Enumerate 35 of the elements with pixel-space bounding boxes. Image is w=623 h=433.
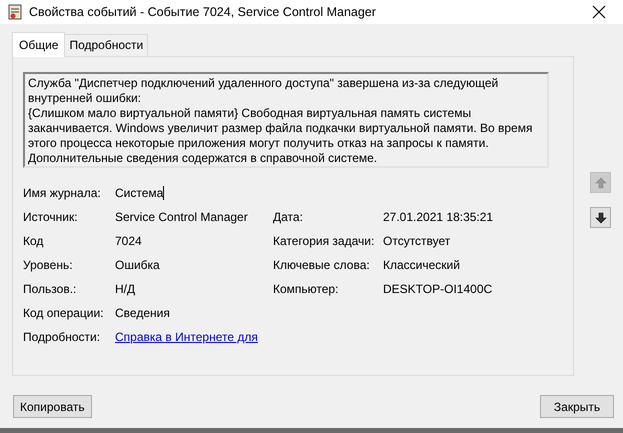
event-log-icon	[8, 4, 22, 20]
field-label: Компьютер:	[273, 282, 340, 296]
field-label: Подробности:	[23, 330, 102, 344]
field-value: Классический	[383, 258, 461, 272]
close-icon[interactable]	[592, 5, 606, 19]
field-label: Уровень:	[23, 258, 74, 272]
field-value: 7024	[115, 234, 143, 248]
help-link[interactable]: Справка в Интернете для	[115, 330, 273, 344]
field-label: Категория задачи:	[273, 234, 376, 248]
field-label: Имя журнала:	[23, 186, 102, 200]
tab[interactable]: Подробности	[64, 34, 148, 56]
field-value: DESKTOP-OI1400C	[383, 282, 494, 296]
text-caret	[163, 186, 164, 200]
tab[interactable]: Общие	[12, 32, 66, 57]
field-label: Источник:	[23, 210, 79, 224]
field-value: 27.01.2021 18:35:21	[383, 210, 494, 224]
field-value: Service Control Manager	[115, 210, 249, 224]
field-value: Ошибка	[115, 258, 161, 272]
close-button[interactable]: Закрыть	[540, 395, 614, 418]
up-arrow-icon	[594, 176, 608, 190]
window-title: Свойства событий - Событие 7024, Service Control Manager	[29, 5, 377, 19]
value-field[interactable]: Система	[115, 186, 273, 200]
field-value: Н/Д	[115, 282, 136, 296]
message-text: Служба "Диспетчер подключений удаленного доступа" завершена из-за следующей внутренней ошибки:	[28, 76, 500, 106]
copy-button[interactable]: Копировать	[13, 395, 92, 418]
field-value: Отсутствует	[383, 234, 452, 248]
field-label: Пользов.:	[23, 282, 78, 296]
down-arrow-icon	[594, 210, 608, 224]
message-text: {Слишком мало виртуальной памяти} Свободная виртуальная память системы заканчивается. Windows увеличит размер файла подкачки виртуальной памяти. Во время этого процесса некоторые приложения могут получить отказ на запросы к памяти. Дополнительные сведения содержатся в справочной системе.	[28, 106, 534, 166]
field-value: Сведения	[115, 306, 171, 320]
field-label: Код операции:	[23, 306, 105, 320]
field-label: Ключевые слова:	[273, 258, 371, 272]
field-label: Дата:	[273, 210, 304, 224]
next-button[interactable]	[590, 207, 611, 228]
field-label: Код	[23, 234, 44, 248]
